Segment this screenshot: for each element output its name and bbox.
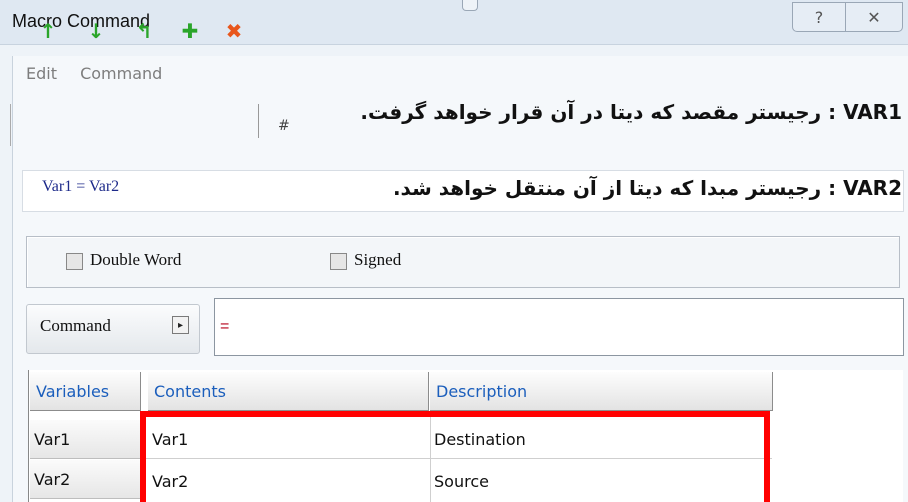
help-icon: ?	[814, 7, 824, 27]
menu-edit[interactable]: Edit	[26, 64, 57, 83]
row-variable: Var2	[34, 470, 71, 489]
command-input[interactable]	[214, 298, 904, 356]
expression-text: Var1 = Var2	[42, 178, 120, 195]
row-header[interactable]: Var2	[30, 460, 141, 499]
row-header[interactable]: Var1	[30, 420, 141, 459]
add-icon[interactable]: ✚	[180, 19, 200, 43]
swap-icon[interactable]: ↰	[134, 19, 154, 43]
column-header-description-label: Description	[436, 382, 528, 401]
hash-icon[interactable]: #	[278, 118, 290, 134]
close-button[interactable]: ✕	[845, 2, 903, 32]
toolbar-separator	[258, 104, 259, 138]
double-word-label: Double Word	[90, 250, 182, 269]
menu-bar: Edit Command	[26, 64, 180, 83]
command-input-value: =	[220, 318, 230, 335]
signed-checkbox[interactable]	[330, 253, 347, 270]
menu-command[interactable]: Command	[80, 64, 162, 83]
command-arrow-icon[interactable]: ▸	[172, 316, 189, 334]
move-down-icon[interactable]: ↓	[86, 19, 106, 43]
macro-command-window: Macro Command ? ✕ Edit Command ↑ ↓ ↰ ✚ ✖…	[0, 0, 908, 502]
signed-label: Signed	[354, 250, 402, 269]
toolbar-edge	[10, 104, 11, 146]
column-header-contents-label: Contents	[154, 382, 226, 401]
column-header-variables[interactable]: Variables	[30, 372, 141, 411]
var1-annotation: VAR1 : رجیستر مقصد که دیتا در آن قرار خو…	[360, 100, 902, 124]
column-header-variables-label: Variables	[36, 382, 110, 401]
title-notch	[462, 0, 478, 11]
delete-icon[interactable]: ✖	[224, 19, 244, 43]
window-title: Macro Command	[12, 11, 151, 31]
highlight-box	[140, 411, 770, 502]
double-word-checkbox[interactable]	[66, 253, 83, 270]
help-button[interactable]: ?	[792, 2, 846, 32]
column-header-description[interactable]: Description	[430, 372, 773, 411]
var2-annotation: VAR2 : رجیستر مبدا که دیتا از آن منتقل خ…	[392, 176, 902, 200]
close-icon: ✕	[867, 7, 881, 27]
move-up-icon[interactable]: ↑	[38, 19, 58, 43]
column-header-contents[interactable]: Contents	[148, 372, 429, 411]
command-button-label: Command	[40, 316, 111, 335]
row-variable: Var1	[34, 430, 71, 449]
